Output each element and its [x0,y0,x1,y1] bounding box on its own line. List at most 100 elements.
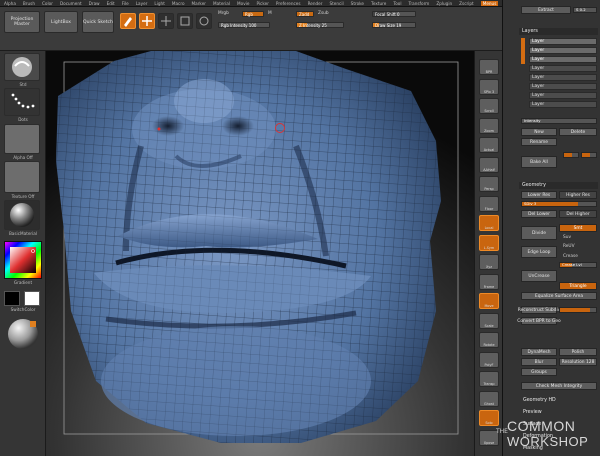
edge-loop-button[interactable]: Edge Loop [521,246,557,258]
bake-all-button[interactable]: Bake All [521,156,557,168]
alpha-picker[interactable] [4,124,40,154]
menu-item[interactable]: Stroke [351,1,364,6]
primary-color-swatch[interactable] [4,291,20,306]
convert-bpr-button[interactable]: Convert BPR to Geo [517,317,561,325]
shelf-icon-rotate[interactable]: Rotate [479,332,499,348]
uncrease-button[interactable]: UnCrease [521,270,557,282]
menu-item[interactable]: Tool [393,1,401,6]
layer-intensity-slider[interactable]: Intensity [521,118,597,124]
layer-slider-a[interactable] [563,152,579,158]
layer-item[interactable]: Layer [529,74,597,81]
dynamesh-button[interactable]: DynaMesh [521,348,557,356]
brush-picker[interactable] [4,53,40,81]
shelf-icon-transp[interactable]: Transp [479,371,499,387]
higher-res-button[interactable]: Higher Res [559,191,597,199]
reconstruct-subdiv-button[interactable]: Reconstruct Subdiv [518,306,560,314]
menu-item[interactable]: Texture [371,1,386,6]
shelf-icon-move[interactable]: Move [479,293,499,309]
shelf-icon-scroll[interactable]: Scroll [479,98,499,114]
extract-s-slider[interactable]: S 0.2 [573,7,597,13]
shelf-icon-bpr[interactable]: BPR [479,59,499,75]
shelf-icon-local[interactable]: Local [479,215,499,231]
rgb-intensity-slider[interactable]: Rgb Intensity 100 [218,22,270,28]
menu-item[interactable]: File [122,1,129,6]
menu-item[interactable]: Transform [408,1,429,6]
check-mesh-button[interactable]: Check Mesh Integrity [521,382,597,390]
layer-item[interactable]: Layer [529,92,597,99]
m-toggle[interactable]: M [268,11,272,16]
shelf-icon-actual[interactable]: Actual [479,137,499,153]
suv-toggle[interactable]: Suv [563,235,571,240]
shelf-icon-l-sym[interactable]: L.Sym [479,234,499,251]
menu-item[interactable]: Edit [107,1,115,6]
smt-toggle[interactable]: Smt [559,224,597,232]
texture-picker[interactable] [4,161,40,193]
focal-shift-slider[interactable]: Focal Shift 0 [372,11,416,17]
draw-size-slider[interactable]: Draw Size 19 [372,22,416,28]
menu-item[interactable]: Draw [89,1,100,6]
lightbox-button[interactable]: LightBox [44,11,78,33]
scale-mode-button[interactable] [177,13,193,29]
z-intensity-slider[interactable]: Z Intensity 25 [296,22,344,28]
geometry-hd-menu[interactable]: Geometry HD [523,398,556,403]
menu-item[interactable]: Zplugin [436,1,452,6]
del-higher-button[interactable]: Del Higher [559,210,597,218]
menu-item[interactable]: Alpha [4,1,16,6]
crease-level-slider[interactable]: Crease Lvl [559,262,597,268]
extract-button[interactable]: Extract [521,6,571,14]
shelf-icon-ghost[interactable]: Ghost [479,390,499,407]
quick-sketch-button[interactable]: Quick Sketch [82,11,114,33]
groups-button[interactable]: Groups [521,368,557,376]
menu-item[interactable]: Macro [172,1,185,6]
menu-item[interactable]: Color [42,1,53,6]
secondary-color-swatch[interactable] [24,291,40,306]
shelf-icon-persp[interactable]: Persp [479,176,499,192]
stroke-picker[interactable] [4,88,40,116]
sdiv-slider[interactable]: SDiv 3 [521,201,597,207]
blur-button[interactable]: Blur [521,358,557,366]
layers-header[interactable]: Layers [519,28,598,35]
alternate-material[interactable] [6,317,40,351]
shelf-icon-spix-3[interactable]: SPix 3 [479,78,499,95]
layer-item[interactable]: Layer [529,47,597,54]
geometry-header[interactable]: Geometry [519,182,598,189]
rgb-toggle[interactable]: Rgb [242,11,264,17]
shelf-icon-xyz[interactable]: Xyz [479,254,499,270]
layer-item[interactable]: Layer [529,101,597,108]
shelf-icon-scale[interactable]: Scale [479,312,499,329]
reuv-button[interactable]: ReUV [563,244,575,249]
draw-mode-button[interactable] [139,13,155,29]
menu-item[interactable]: Stencil [329,1,343,6]
menu-item[interactable]: Marker [192,1,206,6]
crease-button[interactable]: Crease [563,254,578,259]
menu-item[interactable]: Render [308,1,323,6]
menus-toggle[interactable]: Menus [480,0,499,6]
polish-button[interactable]: Polish [559,348,597,356]
shelf-icon-frame[interactable]: Frame [479,273,499,290]
menu-item[interactable]: Brush [23,1,35,6]
move-mode-button[interactable] [158,13,174,29]
delete-layer-button[interactable]: Delete [559,128,597,136]
mrgb-label[interactable]: Mrgb [218,11,229,16]
menu-item[interactable]: Picker [256,1,268,6]
divide-button[interactable]: Divide [521,226,557,240]
rotate-mode-button[interactable] [196,13,212,29]
convert-slider[interactable] [559,307,597,313]
zadd-toggle[interactable]: Zadd [296,11,314,17]
preview-menu[interactable]: Preview [523,410,542,415]
projection-master-button[interactable]: Projection Master [4,11,40,33]
new-layer-button[interactable]: New [521,128,557,136]
layer-item[interactable]: Layer [529,38,597,45]
shelf-icon-aahalf[interactable]: AAHalf [479,156,499,173]
color-picker[interactable] [4,241,42,279]
menu-item[interactable]: Layer [136,1,148,6]
triangle-toggle[interactable]: Triangle [559,282,597,290]
viewport-canvas[interactable] [46,51,474,456]
del-lower-button[interactable]: Del Lower [521,210,557,218]
resolution-slider[interactable]: Resolution 128 [559,358,597,366]
lower-res-button[interactable]: Lower Res [521,191,557,199]
menu-item[interactable]: Light [154,1,164,6]
menu-item[interactable]: Document [60,1,82,6]
shelf-icon-polyf[interactable]: PolyF [479,351,499,368]
layer-item[interactable]: Layer [529,83,597,90]
